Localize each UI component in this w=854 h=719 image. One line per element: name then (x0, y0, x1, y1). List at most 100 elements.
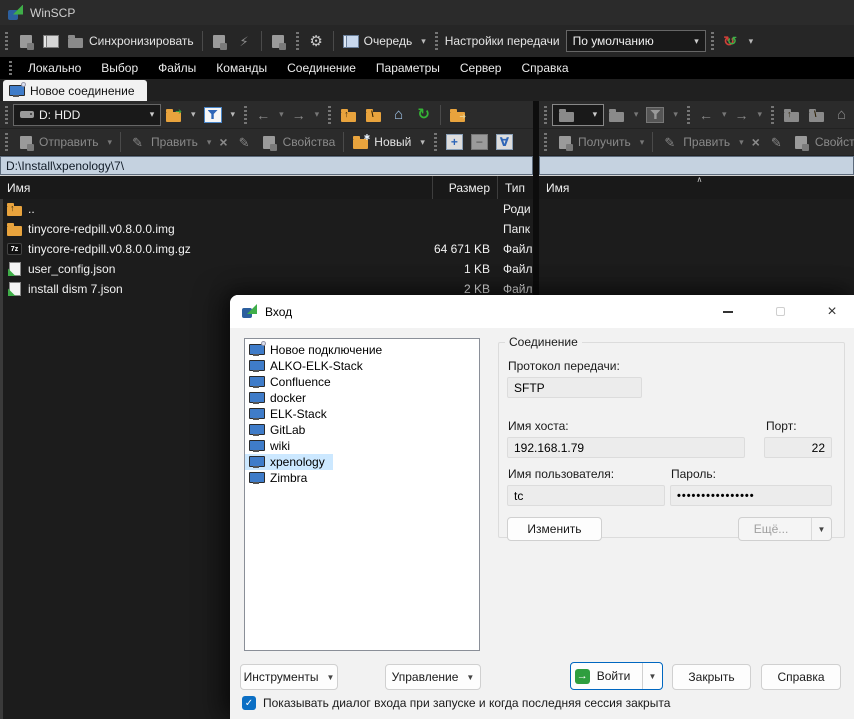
remote-directory-combobox[interactable] (552, 104, 604, 126)
host-input[interactable]: 192.168.1.79 (507, 437, 745, 458)
parent-directory-button[interactable] (336, 104, 361, 126)
protocol-combobox[interactable]: SFTP (507, 377, 642, 398)
rename-button[interactable]: ✎ (232, 131, 257, 153)
toolbar-grip[interactable] (296, 32, 299, 50)
remote-forward-button[interactable]: → (730, 104, 766, 126)
remote-filter-button[interactable] (642, 104, 682, 126)
advanced-button[interactable]: Ещё... (738, 517, 832, 541)
toolbar-grip[interactable] (771, 106, 774, 124)
menu-files[interactable]: Файлы (149, 59, 205, 77)
menu-session[interactable]: Соединение (278, 59, 365, 77)
transfer-mode-button[interactable] (266, 30, 291, 52)
filter-button[interactable] (200, 104, 240, 126)
toolbar-grip[interactable] (434, 133, 437, 151)
add-to-queue-button[interactable]: ⚡ (232, 30, 257, 52)
tools-menu-button[interactable]: Инструменты (240, 664, 338, 690)
remote-path-bar[interactable] (539, 156, 854, 175)
port-input[interactable]: 22 (764, 437, 832, 458)
file-row[interactable]: tinycore-redpill.v0.8.0.0.img Папк (3, 219, 533, 239)
remote-edit-button[interactable]: ✎ Править (657, 131, 747, 153)
edit-button[interactable]: ✎ Править (125, 131, 215, 153)
manage-menu-button[interactable]: Управление (385, 664, 481, 690)
close-dialog-button[interactable]: Закрыть (672, 664, 751, 690)
remote-rename-button[interactable]: ✎ (764, 131, 789, 153)
site-item-selected[interactable]: xpenology (245, 454, 333, 470)
toolbar-grip[interactable] (244, 106, 247, 124)
toolbar-grip[interactable] (687, 106, 690, 124)
login-button[interactable]: →Войти (570, 662, 663, 690)
menu-options[interactable]: Параметры (367, 59, 449, 77)
chevron-down-icon[interactable] (811, 518, 831, 540)
maximize-button[interactable] (758, 295, 802, 328)
menu-mark[interactable]: Выбор (92, 59, 147, 77)
back-button[interactable]: ← (252, 104, 288, 126)
synchronize-now-button[interactable] (719, 30, 758, 52)
console-button[interactable] (207, 30, 232, 52)
minimize-button[interactable] (706, 295, 750, 328)
column-header-size[interactable]: Размер (432, 176, 497, 199)
file-row[interactable]: 7ztinycore-redpill.v0.8.0.0.img.gz 64 67… (3, 239, 533, 259)
sync-browsing-button[interactable] (38, 30, 63, 52)
root-directory-button[interactable] (361, 104, 386, 126)
site-item[interactable]: Confluence (245, 374, 479, 390)
menu-commands[interactable]: Команды (207, 59, 276, 77)
menu-remote[interactable]: Сервер (451, 59, 511, 77)
remote-root-directory-button[interactable] (804, 104, 829, 126)
site-item[interactable]: ALKO-ELK-Stack (245, 358, 479, 374)
tab-new-session[interactable]: Новое соединение (3, 80, 147, 101)
site-item[interactable]: docker (245, 390, 479, 406)
queue-button[interactable]: Очередь (338, 30, 430, 52)
toolbar-grip[interactable] (5, 106, 8, 124)
column-header-name[interactable]: Имя (0, 176, 432, 199)
drive-combobox[interactable]: D: HDD (13, 104, 161, 126)
remote-properties-button[interactable]: Свойства (789, 131, 854, 153)
select-button[interactable]: + (442, 131, 467, 153)
menu-help[interactable]: Справка (512, 59, 577, 77)
open-directory-button[interactable] (161, 104, 200, 126)
toolbar-grip[interactable] (435, 32, 438, 50)
unselect-button[interactable]: − (467, 131, 492, 153)
close-button[interactable]: × (810, 295, 854, 328)
toolbar-grip[interactable] (544, 106, 547, 124)
home-directory-button[interactable]: ⌂ (386, 104, 411, 126)
site-item[interactable]: wiki (245, 438, 479, 454)
toolbar-grip[interactable] (5, 32, 8, 50)
invert-selection-button[interactable]: ∀ (492, 131, 517, 153)
delete-button[interactable]: × (215, 131, 231, 153)
chevron-down-icon[interactable] (642, 663, 662, 689)
remote-open-directory-button[interactable] (604, 104, 643, 126)
file-row[interactable]: .. Роди (3, 199, 533, 219)
remote-back-button[interactable]: ← (695, 104, 731, 126)
toolbar-grip[interactable] (5, 133, 8, 151)
site-item-new-connection[interactable]: Новое подключение (245, 342, 479, 358)
chevron-down-icon[interactable] (144, 105, 160, 125)
site-list[interactable]: Новое подключение ALKO-ELK-Stack Conflue… (244, 338, 480, 651)
toolbar-grip[interactable] (328, 106, 331, 124)
menu-local[interactable]: Локально (19, 59, 90, 77)
toolbar-grip[interactable] (711, 32, 714, 50)
download-button[interactable]: Получить (552, 131, 648, 153)
transfer-preset-combobox[interactable]: По умолчанию (566, 30, 706, 52)
upload-button[interactable]: Отправить (13, 131, 116, 153)
menubar-grip[interactable] (9, 61, 12, 75)
column-header-name[interactable]: Имя (539, 176, 854, 199)
site-item[interactable]: ELK-Stack (245, 406, 479, 422)
help-button[interactable]: Справка (761, 664, 841, 690)
properties-button[interactable]: Свойства (257, 131, 340, 153)
remote-delete-button[interactable]: × (748, 131, 764, 153)
refresh-button[interactable]: ↻ (411, 104, 436, 126)
show-login-dialog-checkbox[interactable]: Показывать диалог входа при запуске и ко… (242, 696, 670, 710)
site-item[interactable]: GitLab (245, 422, 479, 438)
new-button[interactable]: Новый (348, 131, 429, 153)
file-row[interactable]: user_config.json 1 KB Файл (3, 259, 533, 279)
synchronize-button[interactable]: Синхронизировать (63, 30, 198, 52)
toolbar-grip[interactable] (544, 133, 547, 151)
edit-session-button[interactable]: Изменить (507, 517, 602, 541)
username-input[interactable]: tc (507, 485, 665, 506)
site-item[interactable]: Zimbra (245, 470, 479, 486)
chevron-down-icon[interactable] (587, 105, 603, 125)
remote-parent-directory-button[interactable] (779, 104, 804, 126)
forward-button[interactable]: → (288, 104, 324, 126)
password-input[interactable]: •••••••••••••••• (670, 485, 832, 506)
local-path-bar[interactable]: D:\Install\xpenology\7\ (0, 156, 533, 175)
